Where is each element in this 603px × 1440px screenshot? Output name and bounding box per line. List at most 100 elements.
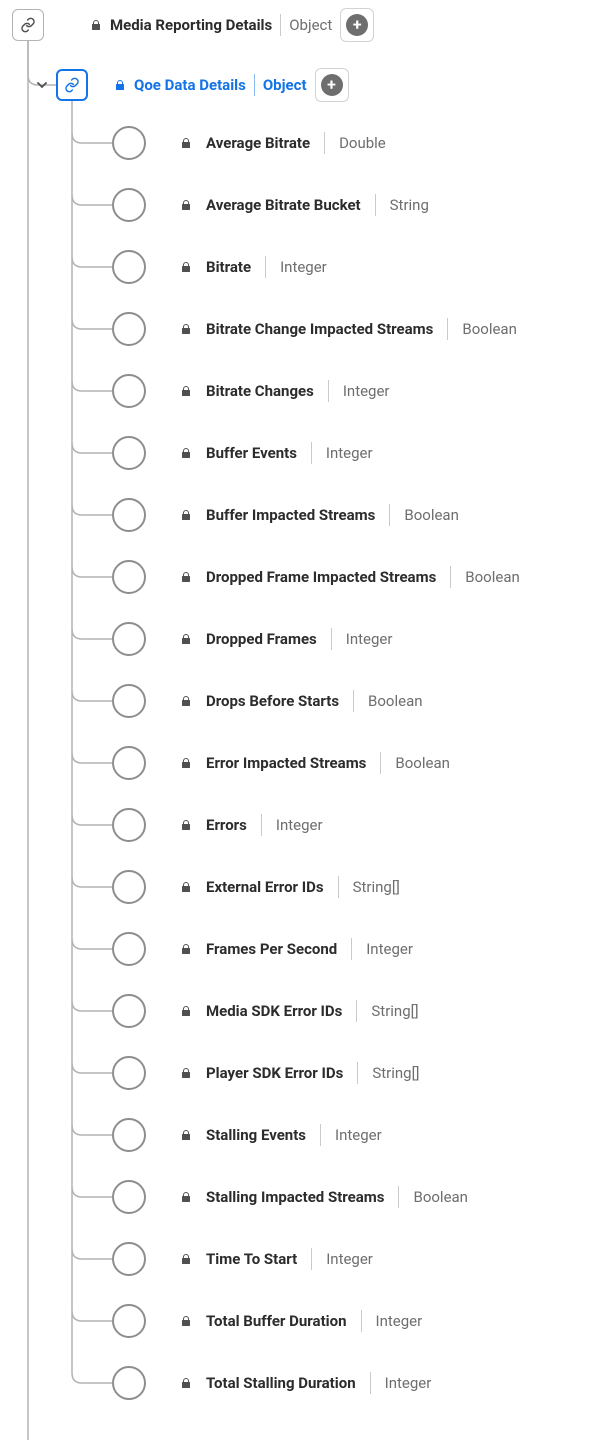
lock-icon	[180, 136, 192, 150]
divider	[311, 442, 312, 464]
field-type: Integer	[276, 816, 323, 834]
field-node[interactable]	[112, 870, 146, 904]
lock-icon	[180, 818, 192, 832]
field-node[interactable]	[112, 1180, 146, 1214]
field-label: Stalling Events	[206, 1126, 306, 1144]
field-label: Media SDK Error IDs	[206, 1002, 342, 1020]
field-node[interactable]	[112, 126, 146, 160]
field-row[interactable]: Time To Start Integer	[112, 1242, 591, 1276]
divider	[311, 1248, 312, 1270]
lock-icon	[180, 756, 192, 770]
lock-icon	[180, 1376, 192, 1390]
field-type: Boolean	[462, 320, 517, 338]
child-label[interactable]: Qoe Data Details	[134, 76, 246, 94]
schema-tree: Media Reporting Details Object +	[0, 0, 603, 1440]
field-type: Boolean	[404, 506, 459, 524]
add-field-button[interactable]: +	[315, 68, 349, 102]
field-row[interactable]: Buffer EventsInteger	[112, 436, 591, 470]
field-row[interactable]: Average Bitrate Bucket String	[112, 188, 591, 222]
field-type: Boolean	[413, 1188, 468, 1206]
divider	[338, 876, 339, 898]
field-row[interactable]: Bitrate Change Impacted StreamsBoolean	[112, 312, 591, 346]
field-node[interactable]	[112, 932, 146, 966]
field-row[interactable]: Total Stalling DurationInteger	[112, 1366, 591, 1400]
field-row[interactable]: Average BitrateDouble	[112, 126, 591, 160]
lock-icon	[180, 198, 192, 212]
field-type: String[]	[372, 1064, 419, 1082]
field-node[interactable]	[112, 1304, 146, 1338]
field-label: External Error IDs	[206, 878, 324, 896]
lock-icon	[180, 260, 192, 274]
root-type: Object	[289, 16, 332, 34]
field-row[interactable]: Error Impacted StreamsBoolean	[112, 746, 591, 780]
field-row[interactable]: Stalling EventsInteger	[112, 1118, 591, 1152]
lock-icon	[180, 1066, 192, 1080]
expand-toggle[interactable]	[36, 79, 48, 91]
divider	[380, 752, 381, 774]
lock-icon	[114, 78, 126, 92]
field-node[interactable]	[112, 1056, 146, 1090]
field-row[interactable]: Dropped FramesInteger	[112, 622, 591, 656]
field-node[interactable]	[112, 1118, 146, 1152]
divider	[331, 628, 332, 650]
field-row[interactable]: Total Buffer DurationInteger	[112, 1304, 591, 1338]
field-row[interactable]: Drops Before StartsBoolean	[112, 684, 591, 718]
field-node[interactable]	[112, 436, 146, 470]
field-row[interactable]: Stalling Impacted StreamsBoolean	[112, 1180, 591, 1214]
field-type: String[]	[353, 878, 400, 896]
field-row[interactable]: Buffer Impacted StreamsBoolean	[112, 498, 591, 532]
field-node[interactable]	[112, 994, 146, 1028]
field-node[interactable]	[112, 622, 146, 656]
link-icon	[64, 77, 80, 93]
field-row[interactable]: External Error IDs String[]	[112, 870, 591, 904]
field-label: Errors	[206, 816, 247, 834]
field-row[interactable]: Bitrate ChangesInteger	[112, 374, 591, 408]
field-row[interactable]: Player SDK Error IDsString[]	[112, 1056, 591, 1090]
field-label: Time To Start	[206, 1250, 297, 1268]
lock-icon	[180, 384, 192, 398]
divider	[265, 256, 266, 278]
add-field-button[interactable]: +	[340, 8, 374, 42]
field-node[interactable]	[112, 684, 146, 718]
field-type: Boolean	[465, 568, 520, 586]
root-label[interactable]: Media Reporting Details	[110, 16, 272, 34]
child-type: Object	[263, 76, 307, 94]
divider	[353, 690, 354, 712]
field-node[interactable]	[112, 374, 146, 408]
field-label: Average Bitrate Bucket	[206, 196, 361, 214]
field-node[interactable]	[112, 1242, 146, 1276]
divider	[398, 1186, 399, 1208]
field-type: String[]	[371, 1002, 418, 1020]
field-node[interactable]	[112, 498, 146, 532]
plus-icon: +	[346, 14, 368, 36]
field-type: Integer	[326, 1250, 373, 1268]
field-row[interactable]: BitrateInteger	[112, 250, 591, 284]
field-label: Error Impacted Streams	[206, 754, 366, 772]
lock-icon	[180, 446, 192, 460]
field-row[interactable]: Media SDK Error IDs String[]	[112, 994, 591, 1028]
divider	[375, 194, 376, 216]
field-node[interactable]	[112, 188, 146, 222]
divider	[370, 1372, 371, 1394]
schema-root-node[interactable]	[12, 9, 44, 41]
link-icon	[20, 17, 36, 33]
field-node[interactable]	[112, 250, 146, 284]
field-node[interactable]	[112, 1366, 146, 1400]
field-type: Integer	[385, 1374, 432, 1392]
lock-icon	[180, 1190, 192, 1204]
field-node[interactable]	[112, 560, 146, 594]
field-row[interactable]: Errors Integer	[112, 808, 591, 842]
field-row[interactable]: Dropped Frame Impacted StreamsBoolean	[112, 560, 591, 594]
lock-icon	[90, 18, 102, 32]
field-node[interactable]	[112, 312, 146, 346]
field-list: Average BitrateDouble Average Bitrate Buc…	[112, 126, 591, 1400]
field-node[interactable]	[112, 808, 146, 842]
field-label: Frames Per Second	[206, 940, 337, 958]
schema-child-node[interactable]	[56, 69, 88, 101]
plus-icon: +	[321, 74, 343, 96]
field-type: Integer	[280, 258, 327, 276]
field-label: Total Buffer Duration	[206, 1312, 347, 1330]
field-node[interactable]	[112, 746, 146, 780]
field-row[interactable]: Frames Per SecondInteger	[112, 932, 591, 966]
field-type: String	[390, 196, 429, 214]
